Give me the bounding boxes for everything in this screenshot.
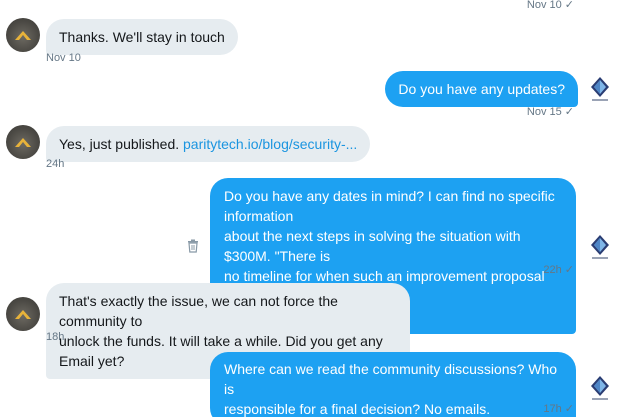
diamond-logo-icon[interactable] — [586, 372, 614, 404]
message-bubble-outgoing: Do you have any updates? — [385, 71, 578, 107]
read-check-icon: ✓ — [564, 403, 574, 415]
trash-icon[interactable] — [187, 239, 201, 255]
message-text: Do you have any updates? — [398, 81, 565, 97]
message-timestamp: 18h — [46, 331, 65, 343]
diamond-logo-icon[interactable] — [586, 73, 614, 105]
message-line: Where can we read the community discussi… — [224, 361, 558, 397]
message-bubble-outgoing: Where can we read the community discussi… — [210, 352, 576, 417]
message-bubble-incoming: Thanks. We'll stay in touch — [46, 19, 238, 55]
message-text: Thanks. We'll stay in touch — [59, 29, 225, 45]
parity-logo-icon[interactable] — [6, 297, 40, 331]
message-timestamp: Nov 10 — [46, 52, 81, 64]
message-text: Yes, just published. — [59, 136, 184, 152]
message-link[interactable]: paritytech.io/blog/security-... — [183, 136, 357, 152]
message-line: about the next steps in solving the situ… — [224, 228, 521, 264]
message-timestamp: Nov 15 ✓ — [526, 106, 574, 118]
message-timestamp: 24h — [46, 158, 65, 170]
message-line: That's exactly the issue, we can not for… — [59, 293, 338, 329]
parity-logo-icon[interactable] — [6, 18, 40, 52]
parity-logo-icon[interactable] — [6, 125, 40, 159]
message-line: Do you have any dates in mind? I can fin… — [224, 188, 555, 224]
read-check-icon: ✓ — [564, 264, 574, 276]
diamond-logo-icon[interactable] — [586, 231, 614, 263]
message-timestamp: 17h ✓ — [543, 403, 574, 415]
read-check-icon: ✓ — [564, 0, 574, 11]
message-timestamp: Nov 10 ✓ — [526, 0, 574, 11]
message-timestamp: 22h ✓ — [543, 264, 574, 276]
message-bubble-incoming: Yes, just published. paritytech.io/blog/… — [46, 126, 371, 162]
read-check-icon: ✓ — [564, 106, 574, 118]
message-line: responsible for a final decision? No ema… — [224, 401, 491, 417]
